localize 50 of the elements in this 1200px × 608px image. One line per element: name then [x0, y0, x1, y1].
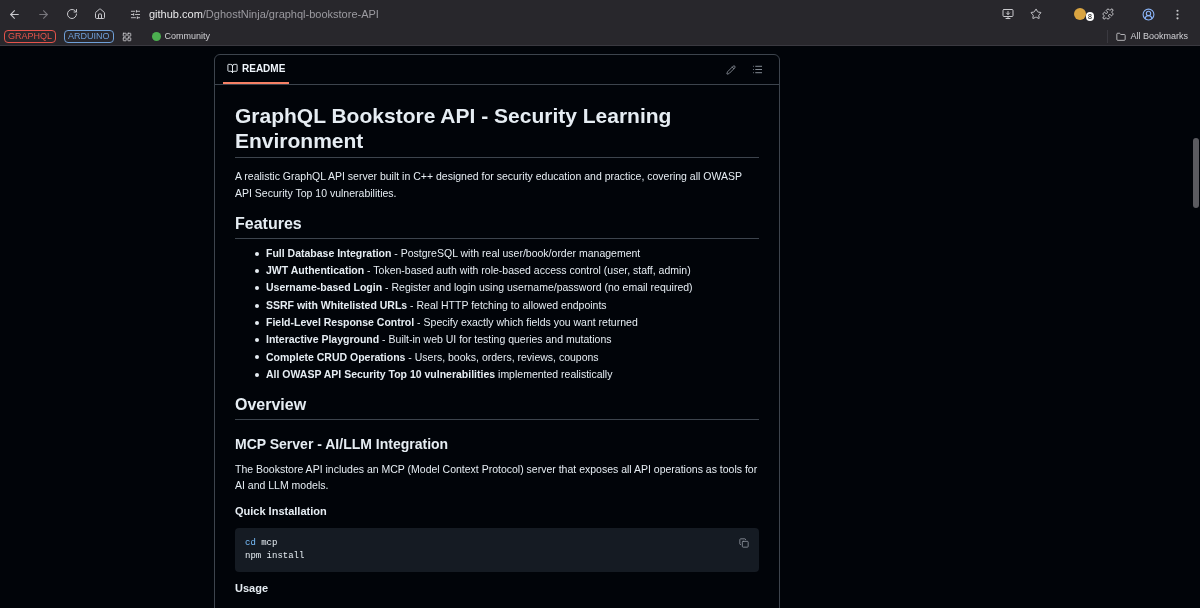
code-line: npm install — [245, 549, 305, 563]
mcp-heading: MCP Server - AI/LLM Integration — [235, 435, 450, 455]
bookmark-star-icon[interactable] — [1030, 8, 1042, 20]
bullet-icon — [255, 303, 259, 308]
mcp-paragraph: The Bookstore API includes an MCP (Model Context Protocol) server that exposes all API operations as tools for AI and LLM models. — [235, 462, 759, 494]
edit-icon[interactable] — [726, 64, 736, 75]
apps-icon[interactable] — [121, 31, 132, 42]
book-icon — [227, 63, 238, 74]
bookmark-tag[interactable]: GRAPHQL — [4, 30, 56, 43]
readme-tab[interactable]: README — [223, 55, 290, 84]
forward-icon[interactable] — [37, 7, 50, 21]
bullet-icon — [255, 320, 259, 325]
intro-paragraph: A realistic GraphQL API server built in C++ designed for security education and practice, covering all OWASP API Security Top 10 vulnerabilities. — [235, 169, 743, 201]
site-icon — [151, 32, 161, 41]
feature-item: All OWASP API Security Top 10 vulnerabilities implemented realistically — [266, 366, 613, 382]
folder-icon — [1116, 31, 1127, 42]
outline-icon[interactable] — [752, 64, 763, 75]
feature-item: Full Database Integration - PostgreSQL with real user/book/order management — [266, 245, 641, 261]
usage-heading: Usage — [235, 581, 270, 595]
feature-item: Field-Level Response Control - Specify exactly which fields you want returned — [266, 314, 638, 330]
bookmark-link[interactable]: Community — [164, 29, 211, 44]
site-settings-icon[interactable] — [130, 8, 141, 20]
home-icon[interactable] — [94, 8, 106, 20]
install-app-icon[interactable] — [1002, 8, 1014, 20]
feature-item: Interactive Playground - Built-in web UI for testing queries and mutations — [266, 332, 612, 348]
features-heading: Features — [235, 214, 303, 234]
bullet-icon — [255, 355, 259, 360]
feature-item: JWT Authentication - Token-based auth with role-based access control (user, staff, admin) — [266, 263, 691, 279]
bullet-icon — [255, 338, 259, 343]
extension-icon[interactable] — [1074, 8, 1086, 20]
all-bookmarks[interactable]: All Bookmarks — [1130, 29, 1188, 44]
bullet-icon — [255, 251, 259, 256]
bullet-icon — [255, 372, 259, 377]
feature-item: Complete CRUD Operations - Users, books, orders, reviews, coupons — [266, 349, 599, 365]
scrollbar[interactable] — [1193, 138, 1199, 208]
profile-icon[interactable] — [1142, 7, 1155, 21]
overview-heading: Overview — [235, 395, 308, 416]
back-icon[interactable] — [8, 7, 21, 21]
readme-title: GraphQL Bookstore API - Security Learning Environment — [235, 103, 673, 154]
feature-item: SSRF with Whitelisted URLs - Real HTTP fetching to allowed endpoints — [266, 297, 607, 313]
extensions-icon[interactable] — [1102, 8, 1114, 20]
bullet-icon — [255, 268, 259, 273]
reload-icon[interactable] — [66, 8, 78, 20]
bookmark-tag[interactable]: ARDUINO — [64, 30, 114, 43]
address-field[interactable]: github.com/DghostNinja/graphql-bookstore-API — [149, 5, 379, 23]
copy-icon[interactable] — [739, 537, 749, 548]
feature-item: Username-based Login - Register and login using username/password (no email required) — [266, 280, 693, 296]
code-line: cd mcp — [245, 536, 279, 550]
bullet-icon — [255, 286, 259, 291]
install-heading: Quick Installation — [235, 504, 328, 520]
